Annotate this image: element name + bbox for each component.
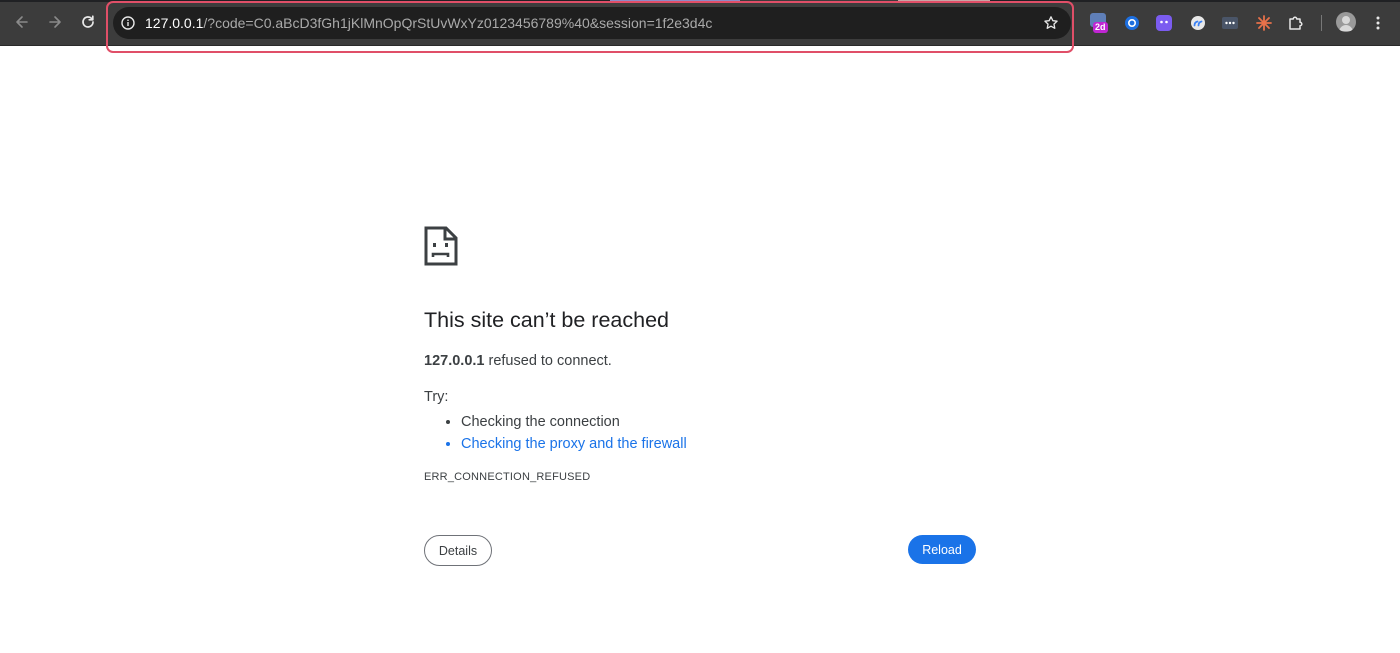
try-label: Try: <box>424 389 449 405</box>
arrow-left-icon <box>16 16 28 28</box>
toolbar-divider <box>1321 15 1322 31</box>
ellipsis-extension-icon[interactable] <box>1220 13 1240 33</box>
starburst-extension-icon[interactable] <box>1254 13 1274 33</box>
profile-avatar[interactable] <box>1336 12 1356 32</box>
chat-bot-extension-icon[interactable] <box>1154 13 1174 33</box>
puzzle-extensions-icon[interactable] <box>1286 13 1306 33</box>
forward-button[interactable] <box>41 8 69 36</box>
back-button[interactable] <box>8 8 36 36</box>
extension-badge: 2d <box>1093 22 1108 33</box>
suggestion-list: Checking the connection Checking the pro… <box>424 411 687 455</box>
address-bar-highlight <box>106 1 1074 53</box>
browser-toolbar: 127.0.0.1/?code=C0.aBcD3fGh1jKlMnOpQrStU… <box>0 0 1400 53</box>
details-button[interactable]: Details <box>424 535 492 566</box>
sad-document-icon <box>424 226 458 266</box>
refresh-icon <box>82 15 94 28</box>
kebab-menu-icon[interactable] <box>1370 13 1386 33</box>
arrow-right-icon <box>49 16 61 28</box>
suggestion-check-connection: Checking the connection <box>461 411 687 433</box>
suggestion-check-proxy-link[interactable]: Checking the proxy and the firewall <box>461 433 687 455</box>
error-host: 127.0.0.1 <box>424 353 485 369</box>
error-code: ERR_CONNECTION_REFUSED <box>424 471 591 483</box>
error-title: This site can’t be reached <box>424 308 669 332</box>
error-message: refused to connect. <box>484 353 612 369</box>
avatar-icon <box>1339 16 1353 31</box>
reload-button[interactable]: Reload <box>908 535 976 564</box>
error-description: 127.0.0.1 refused to connect. <box>424 353 612 369</box>
calendar-extension-icon[interactable]: 2d <box>1090 13 1110 33</box>
quote-extension-icon[interactable] <box>1188 13 1208 33</box>
circle-extension-icon[interactable] <box>1122 13 1142 33</box>
reload-page-button[interactable] <box>74 8 102 36</box>
